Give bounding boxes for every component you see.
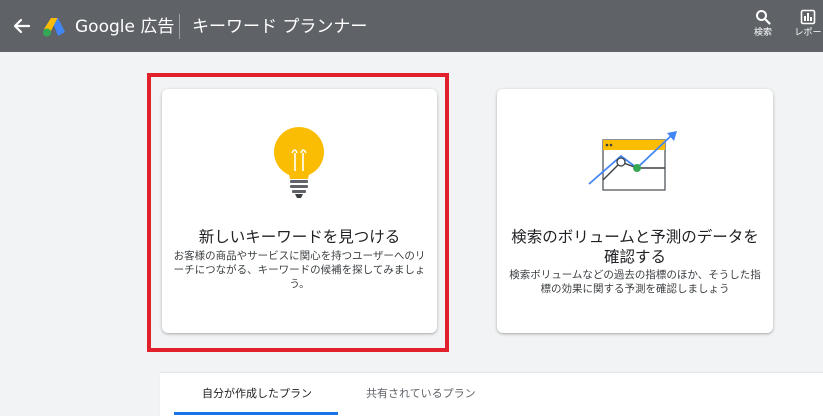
active-tab-indicator	[174, 412, 338, 415]
back-arrow-icon[interactable]	[11, 14, 33, 38]
trend-chart-icon	[585, 129, 685, 199]
search-button-label: 検索	[753, 28, 772, 38]
header-divider	[179, 14, 180, 39]
page-title: キーワード プランナー	[192, 17, 368, 37]
selection-highlight	[147, 73, 449, 352]
reports-button-label: レポー	[794, 28, 822, 38]
plans-tabs-panel: 自分が作成したプラン 共有されているプラン	[160, 373, 823, 416]
card-description: 検索ボリュームなどの過去の指標のほか、そうした指標の効果に関する予測を確認しまし…	[509, 269, 761, 295]
search-icon	[748, 9, 778, 25]
bar-chart-icon	[793, 9, 823, 25]
reports-button[interactable]: レポー	[793, 9, 823, 43]
search-button[interactable]: 検索	[748, 9, 778, 43]
top-app-bar: Google 広告 キーワード プランナー 検索 レポー	[0, 0, 823, 52]
google-ads-logo-icon[interactable]	[42, 16, 66, 38]
tab-shared-plans[interactable]: 共有されているプラン	[366, 386, 476, 402]
search-volume-forecast-card[interactable]: 検索のボリュームと予測のデータを確認する 検索ボリュームなどの過去の指標のほか、…	[497, 89, 773, 333]
tab-my-plans[interactable]: 自分が作成したプラン	[202, 386, 312, 402]
card-title: 検索のボリュームと予測のデータを確認する	[511, 228, 759, 266]
brand-name: Google 広告	[75, 17, 175, 37]
